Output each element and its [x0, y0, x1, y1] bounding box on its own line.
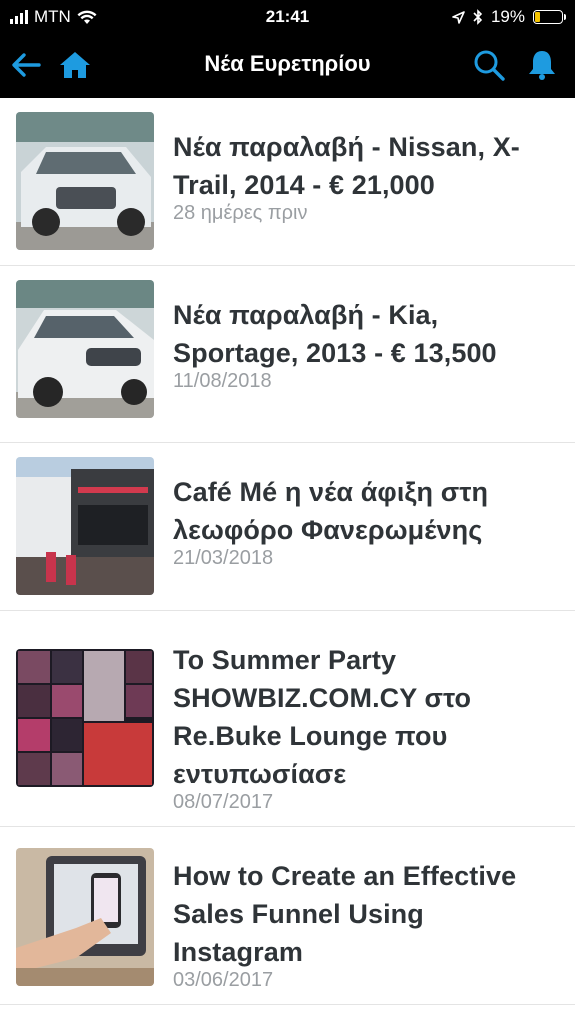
list-item[interactable]: Café Mé η νέα άφιξη στη λεωφόρο Φανερωμέ… [0, 443, 575, 611]
article-date: 11/08/2018 [173, 370, 272, 392]
article-title: Νέα παραλαβή - Nissan, X-Trail, 2014 - €… [173, 132, 520, 200]
bluetooth-icon [473, 9, 483, 25]
battery-percent: 19% [490, 7, 525, 26]
nav-bar: Νέα Ευρετηρίου [0, 40, 575, 92]
bell-icon[interactable] [525, 48, 559, 82]
article-title: How to Create an Effective Sales Funnel … [173, 861, 517, 967]
article-thumbnail [16, 112, 154, 250]
article-title: Café Mé η νέα άφιξη στη λεωφόρο Φανερωμέ… [173, 477, 489, 545]
article-date: 21/03/2018 [173, 547, 274, 569]
top-bar: MTN 21:41 19% Νέα Ευρετηρίου [0, 0, 575, 98]
list-item[interactable]: Νέα παραλαβή - Kia, Sportage, 2013 - € 1… [0, 266, 575, 443]
article-title: Νέα παραλαβή - Kia, Sportage, 2013 - € 1… [173, 300, 497, 368]
article-thumbnail [16, 848, 154, 986]
article-thumbnail [16, 457, 154, 595]
list-item[interactable]: How to Create an Effective Sales Funnel … [0, 827, 575, 1005]
article-thumbnail [16, 649, 154, 787]
list-item[interactable]: To Summer Party SHOWBIZ.COM.CY στο Re.Bu… [0, 611, 575, 827]
status-bar: MTN 21:41 19% [0, 0, 575, 34]
article-date: 08/07/2017 [173, 791, 274, 813]
news-list: Νέα παραλαβή - Nissan, X-Trail, 2014 - €… [0, 98, 575, 1005]
battery-icon [533, 10, 566, 24]
article-thumbnail [16, 280, 154, 418]
location-arrow-icon [452, 10, 465, 24]
article-title: To Summer Party SHOWBIZ.COM.CY στο Re.Bu… [173, 645, 472, 789]
article-date: 28 ημέρες πριν [173, 202, 308, 224]
search-icon[interactable] [472, 48, 506, 82]
article-date: 03/06/2017 [173, 969, 274, 991]
list-item[interactable]: Νέα παραλαβή - Nissan, X-Trail, 2014 - €… [0, 98, 575, 266]
